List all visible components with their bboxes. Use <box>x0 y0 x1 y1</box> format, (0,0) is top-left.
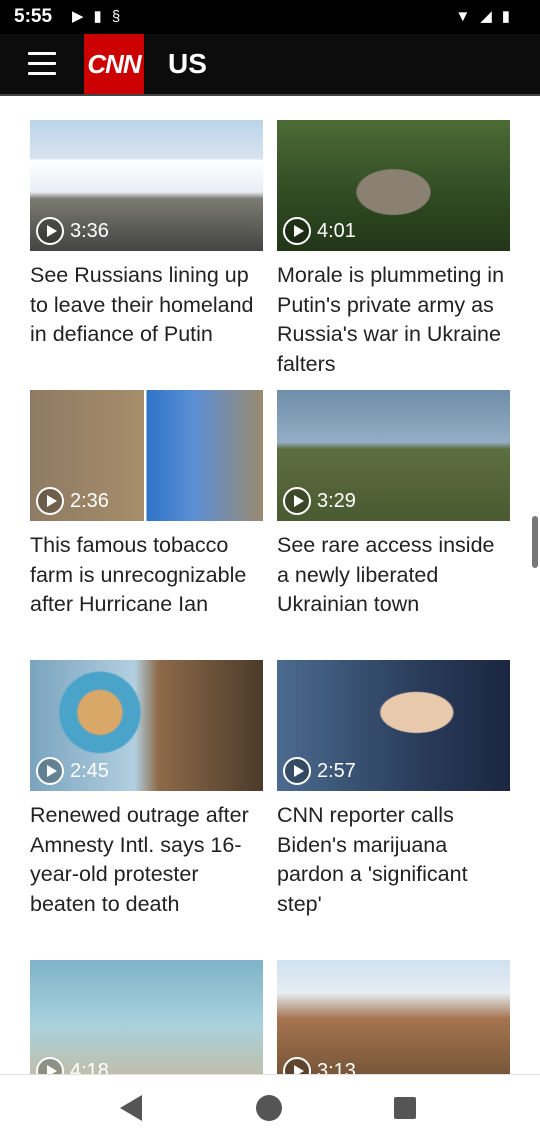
notification-icons: ▶ ▮ § <box>72 8 120 26</box>
wifi-icon: ▼ <box>455 8 471 25</box>
video-title[interactable]: See Russians lining up to leave their ho… <box>30 261 263 350</box>
video-duration: 2:36 <box>70 489 109 512</box>
sync-notification-icon: § <box>111 8 121 25</box>
video-duration: 2:57 <box>317 759 356 782</box>
play-duration: 3:13 <box>283 1057 356 1074</box>
status-bar: 5:55 ▶ ▮ § ▼ ◢ ▮ <box>0 0 540 34</box>
video-title[interactable]: This famous tobacco farm is unrecognizab… <box>30 531 263 620</box>
video-title[interactable]: See rare access inside a newly liberated… <box>277 531 510 620</box>
play-duration: 3:29 <box>283 487 356 515</box>
video-thumbnail[interactable]: 3:13 <box>277 960 510 1074</box>
play-icon <box>36 1057 64 1074</box>
storage-notification-icon: ▮ <box>93 8 102 25</box>
video-card[interactable]: 3:29 See rare access inside a newly libe… <box>277 390 510 620</box>
video-thumbnail[interactable]: 3:29 <box>277 390 510 521</box>
video-thumbnail[interactable]: 4:01 <box>277 120 510 251</box>
cnn-logo[interactable]: CNN <box>84 34 144 94</box>
play-duration: 4:18 <box>36 1057 109 1074</box>
video-title[interactable]: CNN reporter calls Biden's marijuana par… <box>277 801 510 919</box>
play-icon <box>283 757 311 785</box>
video-thumbnail[interactable]: 3:36 <box>30 120 263 251</box>
play-duration: 2:45 <box>36 757 109 785</box>
back-icon[interactable] <box>120 1095 142 1121</box>
video-card[interactable]: 3:13 <box>277 960 510 1074</box>
video-thumbnail[interactable]: 4:18 <box>30 960 263 1074</box>
battery-icon: ▮ <box>501 8 510 25</box>
video-feed[interactable]: 3:36 See Russians lining up to leave the… <box>0 96 540 1074</box>
scrollbar[interactable] <box>532 516 538 568</box>
video-thumbnail[interactable]: 2:36 <box>30 390 263 521</box>
play-duration: 4:01 <box>283 217 356 245</box>
video-duration: 3:36 <box>70 219 109 242</box>
home-icon[interactable] <box>256 1095 282 1121</box>
video-duration: 2:45 <box>70 759 109 782</box>
video-card[interactable]: 3:36 See Russians lining up to leave the… <box>30 120 263 350</box>
system-icons: ▼ ◢ ▮ <box>455 8 510 26</box>
recents-icon[interactable] <box>394 1097 416 1119</box>
video-duration: 4:18 <box>70 1059 109 1075</box>
play-duration: 2:36 <box>36 487 109 515</box>
play-icon <box>283 217 311 245</box>
system-navigation-bar <box>0 1074 540 1141</box>
video-thumbnail[interactable]: 2:45 <box>30 660 263 791</box>
play-icon <box>36 217 64 245</box>
video-card[interactable]: 2:45 Renewed outrage after Amnesty Intl.… <box>30 660 263 919</box>
app-header: CNN US <box>0 34 540 96</box>
video-card[interactable]: 2:36 This famous tobacco farm is unrecog… <box>30 390 263 620</box>
play-icon <box>283 1057 311 1074</box>
video-title[interactable]: Renewed outrage after Amnesty Intl. says… <box>30 801 263 919</box>
play-duration: 2:57 <box>283 757 356 785</box>
youtube-notification-icon: ▶ <box>72 8 84 25</box>
video-thumbnail[interactable]: 2:57 <box>277 660 510 791</box>
video-duration: 3:29 <box>317 489 356 512</box>
play-duration: 3:36 <box>36 217 109 245</box>
video-card[interactable]: 2:57 CNN reporter calls Biden's marijuan… <box>277 660 510 919</box>
play-icon <box>283 487 311 515</box>
section-title: US <box>168 48 207 79</box>
menu-icon[interactable] <box>28 52 56 76</box>
video-duration: 3:13 <box>317 1059 356 1075</box>
status-time: 5:55 <box>14 6 53 27</box>
cell-signal-icon: ◢ <box>480 8 492 25</box>
video-card[interactable]: 4:18 <box>30 960 263 1074</box>
play-icon <box>36 487 64 515</box>
video-title[interactable]: Morale is plummeting in Putin's private … <box>277 261 510 379</box>
play-icon <box>36 757 64 785</box>
video-duration: 4:01 <box>317 219 356 242</box>
video-card[interactable]: 4:01 Morale is plummeting in Putin's pri… <box>277 120 510 379</box>
